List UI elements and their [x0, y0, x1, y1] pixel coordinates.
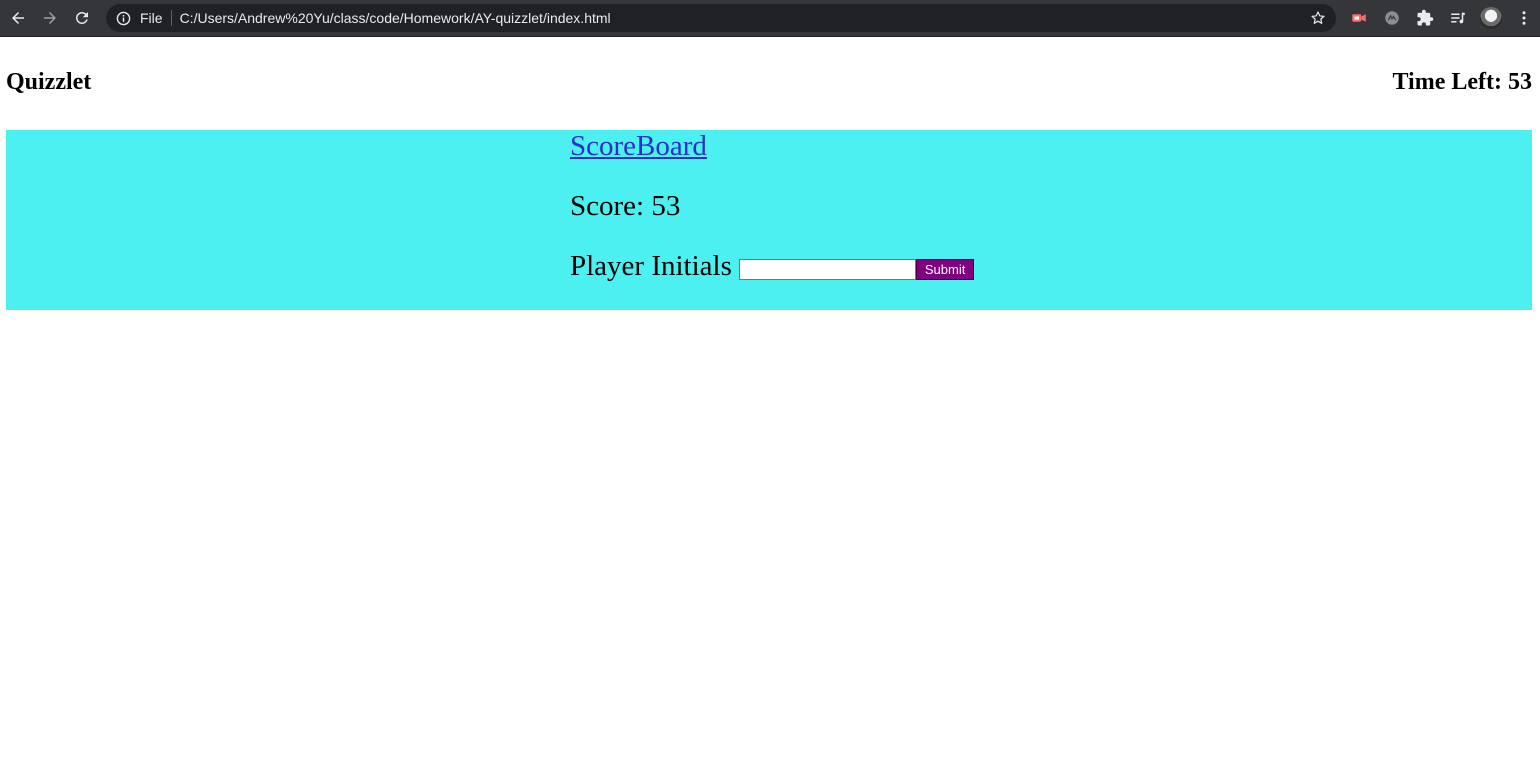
scoreboard-panel: ScoreBoard Score: 53 Player Initials Sub… — [6, 130, 1532, 310]
time-left-counter: Time Left: 53 — [1392, 69, 1532, 95]
url-text[interactable]: C:/Users/Andrew%20Yu/class/code/Homework… — [180, 10, 611, 26]
star-icon[interactable] — [1310, 10, 1326, 26]
page-header: Quizzlet Time Left: 53 — [6, 67, 1532, 97]
page-content: Quizzlet Time Left: 53 ScoreBoard Score:… — [0, 37, 1540, 773]
page-title: Quizzlet — [6, 69, 92, 95]
back-arrow-icon — [12, 12, 24, 24]
grammar-extension-button[interactable] — [1379, 5, 1405, 31]
extensions-button[interactable] — [1412, 5, 1438, 31]
omnibox-separator — [170, 10, 172, 26]
profile-button[interactable] — [1478, 5, 1504, 31]
submit-button[interactable]: Submit — [915, 259, 975, 280]
reload-button[interactable] — [68, 4, 96, 32]
initials-input[interactable] — [738, 259, 916, 280]
extension-icons — [1346, 5, 1540, 31]
url-scheme-label: File — [140, 10, 163, 26]
browser-toolbar: File C:/Users/Andrew%20Yu/class/code/Hom… — [0, 0, 1540, 37]
forward-button[interactable] — [36, 4, 64, 32]
score-display: Score: 53 — [570, 190, 681, 222]
kebab-menu-icon — [1522, 11, 1526, 25]
reload-icon — [75, 11, 88, 24]
scoreboard-link[interactable]: ScoreBoard — [570, 130, 707, 162]
initials-label: Player Initials — [570, 250, 732, 282]
info-icon[interactable] — [116, 10, 132, 26]
profile-avatar — [1480, 7, 1502, 29]
reading-list-button[interactable] — [1445, 5, 1471, 31]
grammar-extension-icon — [1385, 11, 1399, 25]
video-extension-icon — [1352, 14, 1366, 22]
reading-list-icon — [1451, 12, 1465, 24]
back-button[interactable] — [4, 4, 32, 32]
browser-menu-button[interactable] — [1511, 5, 1537, 31]
puzzle-extensions-icon — [1417, 9, 1434, 26]
forward-arrow-icon — [44, 12, 56, 24]
address-bar[interactable]: File C:/Users/Andrew%20Yu/class/code/Hom… — [106, 4, 1336, 32]
initials-form: Player Initials Submit — [570, 250, 975, 282]
video-extension-button[interactable] — [1346, 5, 1372, 31]
